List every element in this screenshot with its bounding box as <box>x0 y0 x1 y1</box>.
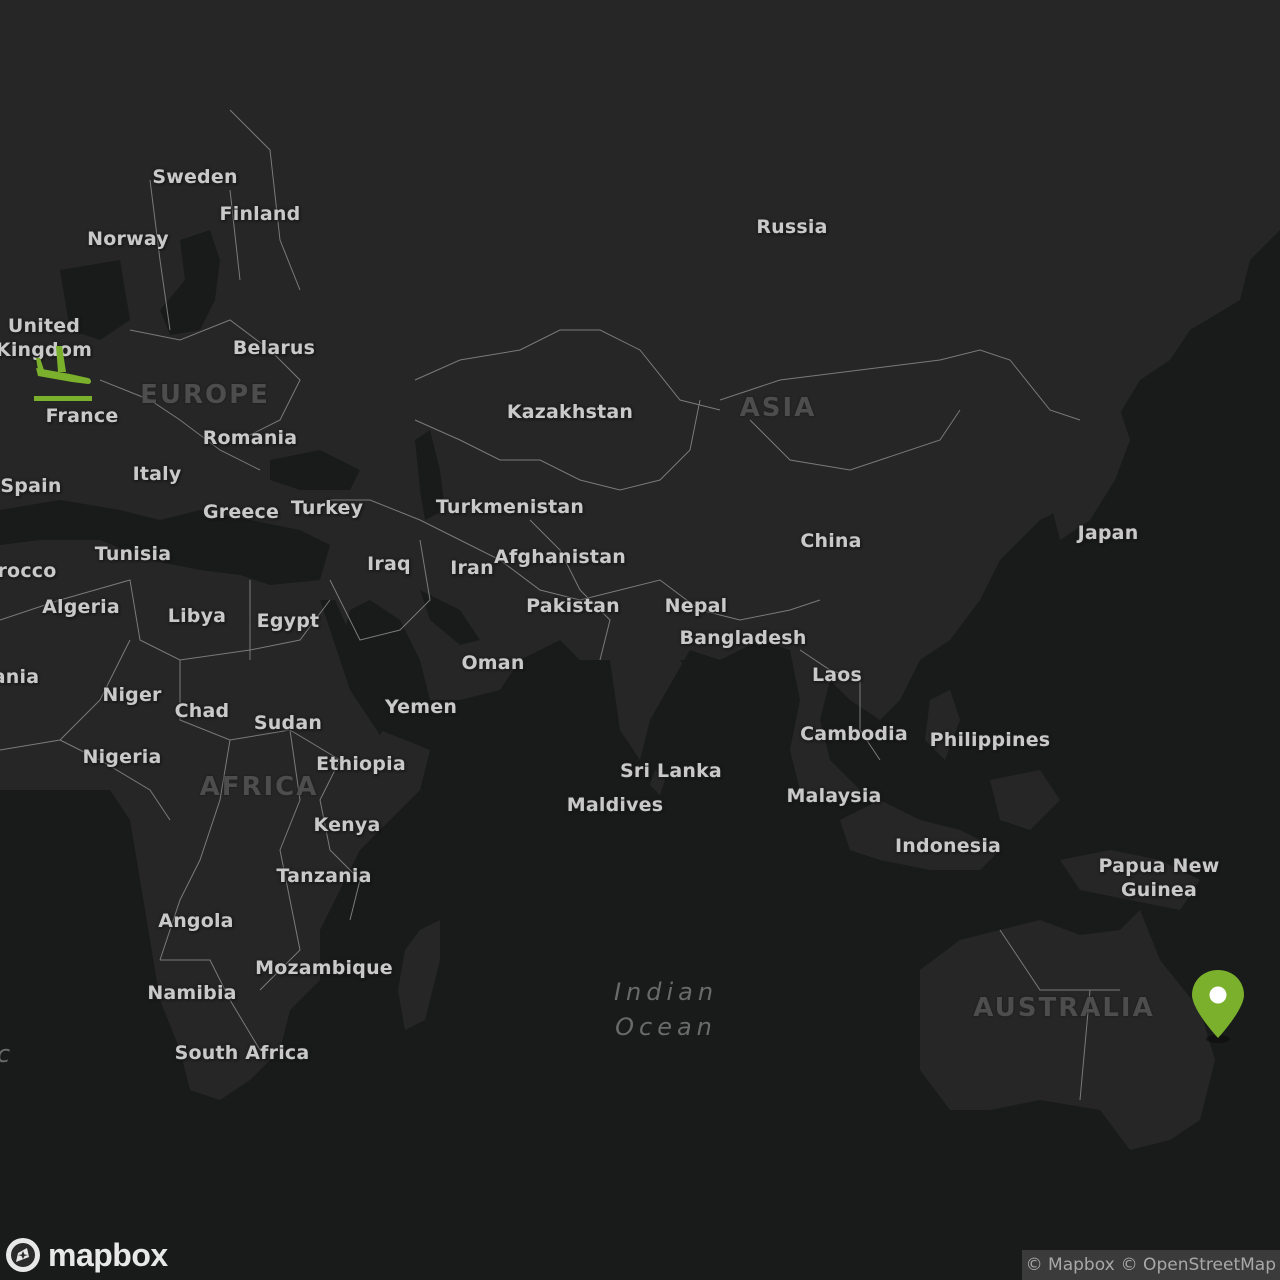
label-niger: Niger <box>102 684 162 706</box>
label-finland: Finland <box>219 203 301 225</box>
label-ethiopia: Ethiopia <box>316 753 406 775</box>
label-philippines: Philippines <box>929 729 1051 751</box>
map-attribution: © Mapbox © OpenStreetMap <box>1021 1250 1280 1280</box>
label-nigeria: Nigeria <box>82 746 162 768</box>
label-malaysia: Malaysia <box>786 785 882 807</box>
label-cambodia: Cambodia <box>800 723 908 745</box>
label-china: China <box>800 530 862 552</box>
mapbox-logo-icon <box>6 1238 40 1272</box>
airplane-arrival-icon[interactable] <box>30 344 94 404</box>
label-norway: Norway <box>87 228 169 250</box>
label-bangladesh: Bangladesh <box>679 627 807 649</box>
map-pin-icon[interactable] <box>1188 968 1248 1044</box>
label-papua-new-guinea: Papua New Guinea <box>1098 855 1220 901</box>
label-continent-australia: AUSTRALIA <box>973 993 1155 1023</box>
label-continent-asia: ASIA <box>739 393 817 423</box>
label-france: France <box>45 405 119 427</box>
label-kenya: Kenya <box>313 814 381 836</box>
label-continent-africa: AFRICA <box>199 772 319 802</box>
mapbox-logo[interactable]: mapbox <box>4 1236 168 1274</box>
label-namibia: Namibia <box>147 982 237 1004</box>
label-sri-lanka: Sri Lanka <box>620 760 722 782</box>
label-ocean-indian-line1: Indian <box>613 978 719 1006</box>
label-nepal: Nepal <box>664 595 728 617</box>
label-russia: Russia <box>756 216 828 238</box>
attribution-osm-link[interactable]: © OpenStreetMap <box>1121 1255 1276 1275</box>
label-pakistan: Pakistan <box>526 595 620 617</box>
label-ocean-indian-line2: Ocean <box>615 1013 717 1041</box>
map-landmass <box>0 0 1280 1280</box>
label-ocean-atlantic-fragment: c <box>0 1040 15 1068</box>
label-algeria: Algeria <box>42 596 120 618</box>
label-indonesia: Indonesia <box>894 835 1002 857</box>
map-view[interactable]: Sweden Finland Norway Russia United King… <box>0 0 1280 1280</box>
label-tanzania: Tanzania <box>276 865 372 887</box>
label-tunisia: Tunisia <box>94 543 172 565</box>
label-morocco: rocco <box>0 560 57 582</box>
label-libya: Libya <box>167 605 227 627</box>
label-iran: Iran <box>450 557 494 579</box>
label-kazakhstan: Kazakhstan <box>506 401 634 423</box>
label-greece: Greece <box>202 501 280 523</box>
label-iraq: Iraq <box>367 553 411 575</box>
label-italy: Italy <box>132 463 182 485</box>
label-japan: Japan <box>1077 522 1139 544</box>
label-oman: Oman <box>461 652 525 674</box>
label-romania: Romania <box>202 427 298 449</box>
label-continent-europe: EUROPE <box>140 380 270 410</box>
label-spain: Spain <box>0 475 62 497</box>
label-belarus: Belarus <box>232 337 316 359</box>
label-mozambique: Mozambique <box>255 957 393 979</box>
attribution-mapbox-link[interactable]: © Mapbox <box>1026 1255 1115 1275</box>
label-maldives: Maldives <box>566 794 664 816</box>
label-turkey: Turkey <box>290 497 364 519</box>
label-angola: Angola <box>158 910 234 932</box>
label-egypt: Egypt <box>256 610 320 632</box>
label-yemen: Yemen <box>384 696 458 718</box>
label-afghanistan: Afghanistan <box>494 546 626 568</box>
label-sudan: Sudan <box>253 712 323 734</box>
label-sweden: Sweden <box>152 166 238 188</box>
label-laos: Laos <box>811 664 863 686</box>
label-turkmenistan: Turkmenistan <box>435 496 585 518</box>
label-chad: Chad <box>174 700 230 722</box>
label-south-africa: South Africa <box>174 1042 310 1064</box>
mapbox-logo-text: mapbox <box>48 1236 168 1273</box>
label-mauritania: ania <box>0 666 40 688</box>
